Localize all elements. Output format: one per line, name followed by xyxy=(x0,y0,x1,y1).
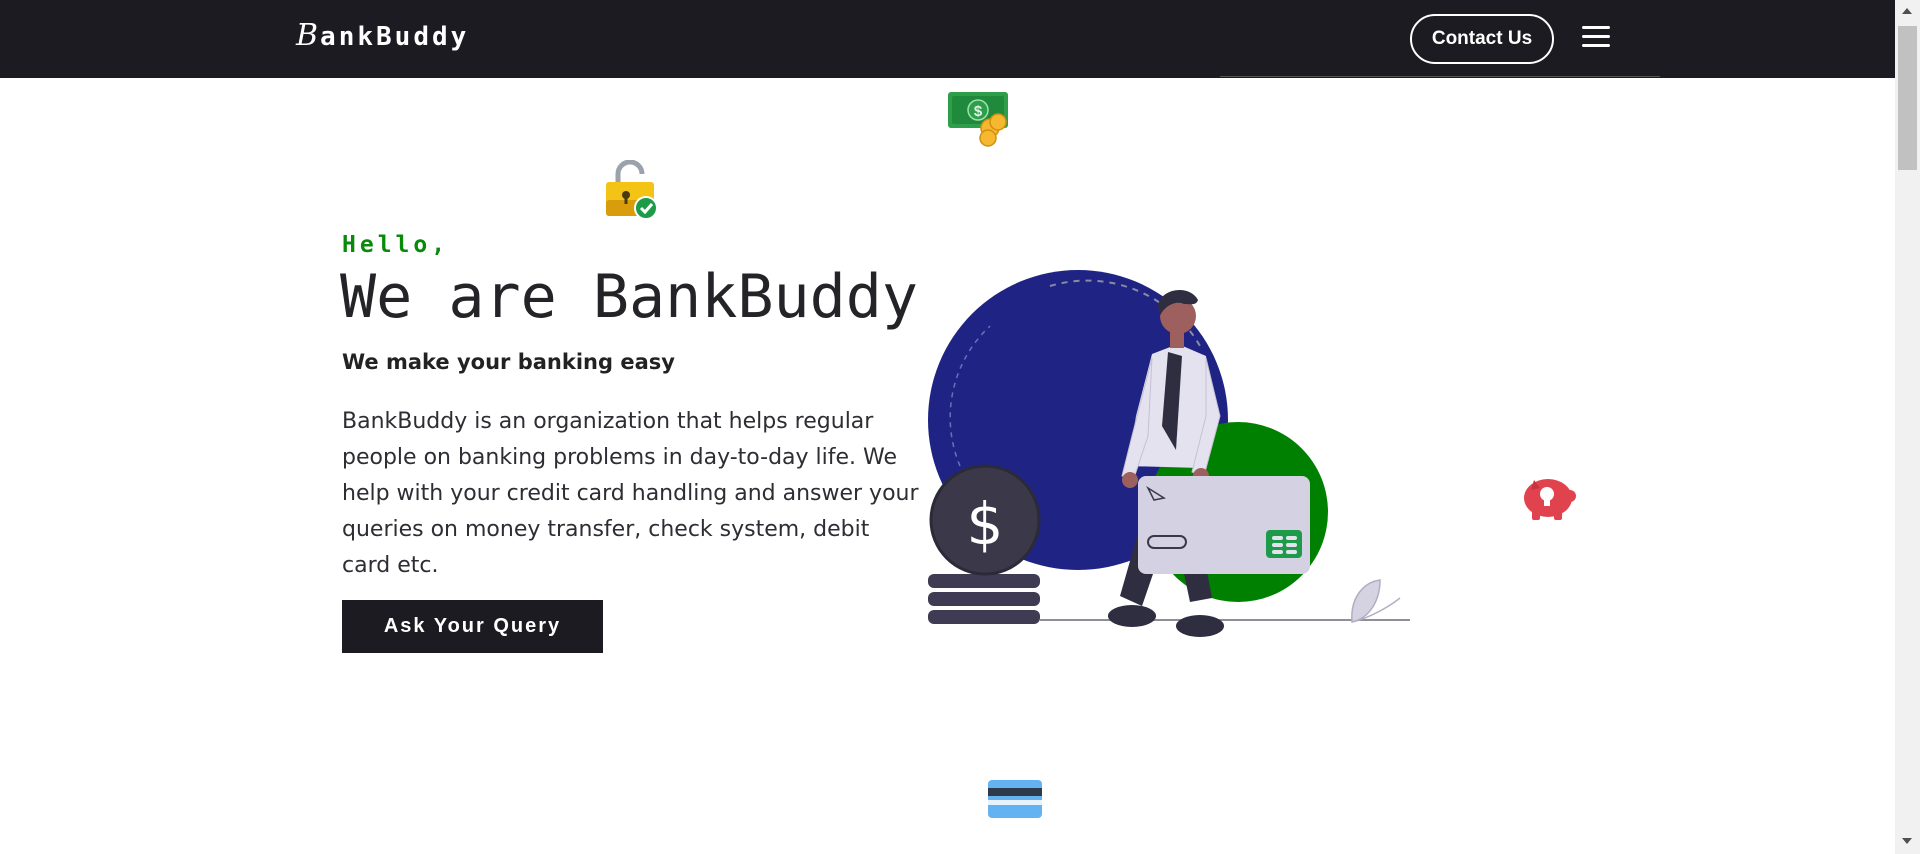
ask-query-button[interactable]: Ask Your Query xyxy=(342,600,603,653)
unlocked-padlock-icon xyxy=(606,160,658,220)
page-viewport: B ankBuddy Contact Us $ Hello, We are Ba… xyxy=(0,0,1895,854)
navbar: B ankBuddy Contact Us xyxy=(0,0,1895,78)
svg-text:$: $ xyxy=(974,103,983,120)
brand-logo-text: ankBuddy xyxy=(320,22,470,52)
page-title: We are BankBuddy xyxy=(340,262,918,332)
money-bill-coins-icon: $ xyxy=(948,92,1008,147)
illustration-credit-card xyxy=(1138,476,1310,574)
contact-us-button[interactable]: Contact Us xyxy=(1410,14,1554,64)
hamburger-menu-icon[interactable] xyxy=(1582,26,1610,48)
tagline: We make your banking easy xyxy=(342,350,675,374)
scrollbar-thumb[interactable] xyxy=(1898,26,1917,170)
piggy-bank-icon xyxy=(1524,479,1576,520)
person-with-credit-card-illustration: $ xyxy=(928,270,1410,637)
greeting-text: Hello, xyxy=(342,232,450,258)
navbar-divider xyxy=(1220,76,1660,77)
dollar-sign: $ xyxy=(967,490,1004,558)
description-paragraph: BankBuddy is an organization that helps … xyxy=(342,409,919,578)
scroll-up-arrow-icon[interactable] xyxy=(1902,8,1912,14)
brand-logo[interactable]: B ankBuddy xyxy=(296,18,469,53)
brand-logo-mark: B xyxy=(296,18,319,53)
scroll-down-arrow-icon[interactable] xyxy=(1902,838,1912,844)
vertical-scrollbar[interactable] xyxy=(1895,0,1920,854)
credit-card-icon xyxy=(988,780,1042,818)
